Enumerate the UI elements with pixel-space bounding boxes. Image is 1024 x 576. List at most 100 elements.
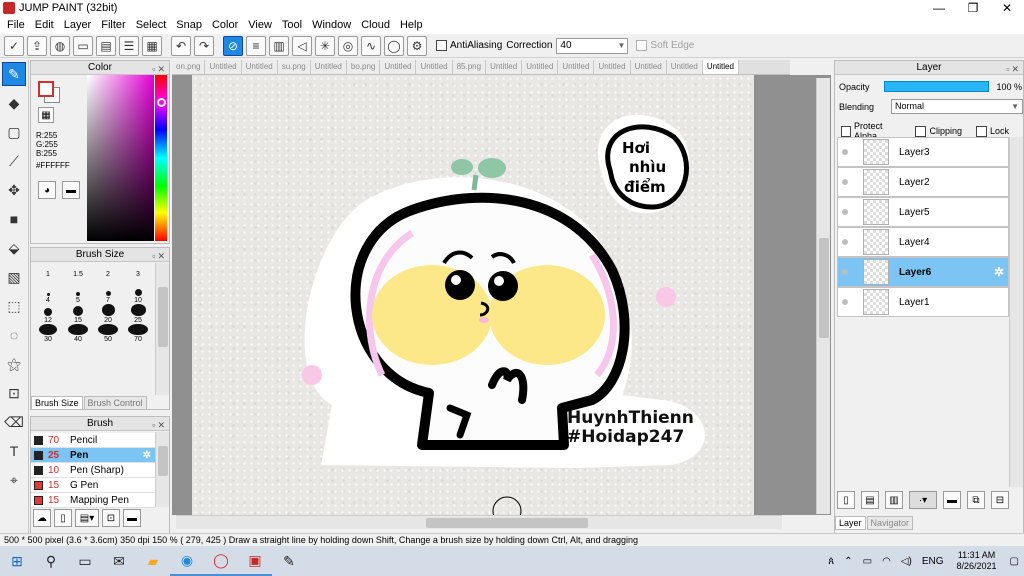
list-icon[interactable]: ☰ <box>119 35 139 56</box>
maximize-button[interactable]: ❐ <box>956 0 990 16</box>
layer-list-scrollbar[interactable] <box>1009 137 1023 487</box>
new-brush-icon[interactable]: ▯ <box>54 509 72 527</box>
document-tab[interactable]: su.png <box>277 60 311 74</box>
zalo-icon[interactable]: ◉ <box>170 546 204 576</box>
brush-size-option[interactable]: 1.5 <box>63 265 93 285</box>
brush-size-option[interactable]: 70 <box>123 323 153 343</box>
select-eraser-tool-icon[interactable]: ⌫ <box>2 410 26 434</box>
layer-row[interactable]: Layer4 <box>837 227 1009 257</box>
tab-brush-size[interactable]: Brush Size <box>31 396 83 410</box>
document-tab[interactable]: Untitled <box>558 60 595 74</box>
new-layer-icon[interactable]: ▯ <box>837 491 855 509</box>
close-button[interactable]: ✕ <box>990 0 1024 16</box>
document-tab[interactable]: bo.png <box>346 60 381 74</box>
document-icon[interactable]: ▤ <box>96 35 116 56</box>
minimize-button[interactable]: — <box>922 0 956 16</box>
menu-window[interactable]: Window <box>307 16 356 34</box>
line-tool-icon[interactable]: ⟋ <box>2 149 26 173</box>
panel-window-icons[interactable]: ▫✕ <box>1006 62 1021 76</box>
jump-paint-icon[interactable]: ▣ <box>238 546 272 576</box>
brush-menu-icon[interactable]: ▤▾ <box>75 509 99 527</box>
brush-size-option[interactable]: 15 <box>63 304 93 324</box>
layer-menu-icon[interactable]: ·▾ <box>909 491 937 509</box>
layer-folder-icon[interactable]: ▬ <box>943 491 961 509</box>
brush-size-option[interactable]: 3 <box>123 265 153 285</box>
palette-icon[interactable]: ◕ <box>38 181 56 199</box>
brush-size-option[interactable]: 1 <box>33 265 63 285</box>
radial-lines-icon[interactable]: ✳ <box>315 35 335 56</box>
tab-brush-control[interactable]: Brush Control <box>83 396 147 410</box>
correction-select[interactable]: 40 ▼ <box>556 37 629 54</box>
color-history-icon[interactable]: ▬ <box>62 181 80 199</box>
transparent-color-icon[interactable]: ▦ <box>38 107 54 123</box>
snap-settings-icon[interactable]: ⚙ <box>407 35 427 56</box>
brush-item[interactable]: 70 Pencil <box>31 433 155 448</box>
move-tool-icon[interactable]: ✥ <box>2 178 26 202</box>
task-view-icon[interactable]: ▭ <box>68 546 102 576</box>
menu-tool[interactable]: Tool <box>277 16 307 34</box>
document-tab[interactable]: Untitled <box>310 60 347 74</box>
select-rect-tool-icon[interactable]: ⬚ <box>2 294 26 318</box>
brush-size-option[interactable]: 12 <box>33 304 63 324</box>
grid-check-icon[interactable]: ▦ <box>142 35 162 56</box>
paper-canvas[interactable]: Hơi nhìu điểm HuynhThienn #Hoidap247 <box>192 75 754 515</box>
brush-size-scrollbar[interactable] <box>155 263 169 395</box>
menu-help[interactable]: Help <box>395 16 428 34</box>
brush-list-scrollbar[interactable] <box>155 432 169 507</box>
message-icon[interactable]: ▭ <box>73 35 93 56</box>
menu-filter[interactable]: Filter <box>96 16 130 34</box>
cross-grid-icon[interactable]: ▥ <box>269 35 289 56</box>
rectangle-tool-icon[interactable]: ▢ <box>2 120 26 144</box>
text-tool-icon[interactable]: T <box>2 439 26 463</box>
redo-icon[interactable]: ↷ <box>194 35 214 56</box>
undo-icon[interactable]: ↶ <box>171 35 191 56</box>
visibility-icon[interactable] <box>838 209 851 215</box>
brush-size-option[interactable]: 7 <box>93 285 123 304</box>
paint-app-icon[interactable]: ✎ <box>272 546 306 576</box>
circle-icon[interactable]: ◯ <box>384 35 404 56</box>
language-indicator[interactable]: ENG <box>922 556 944 567</box>
menu-edit[interactable]: Edit <box>30 16 59 34</box>
new-8bit-layer-icon[interactable]: ▥ <box>885 491 903 509</box>
fill-rect-tool-icon[interactable]: ■ <box>2 207 26 231</box>
brush-cloud-icon[interactable]: ☁ <box>33 509 51 527</box>
visibility-icon[interactable] <box>838 239 851 245</box>
parallel-lines-icon[interactable]: ≡ <box>246 35 266 56</box>
file-explorer-icon[interactable]: ▰ <box>136 546 170 576</box>
notification-icon[interactable]: ▢ <box>1010 556 1019 567</box>
brush-size-option[interactable]: 4 <box>33 285 63 304</box>
layer-row[interactable]: Layer3 <box>837 137 1009 167</box>
document-tab[interactable]: Untitled <box>486 60 523 74</box>
menu-snap[interactable]: Snap <box>171 16 207 34</box>
layer-row[interactable]: Layer6 ✲ <box>837 257 1009 287</box>
brush-item[interactable]: 15 G Pen <box>31 478 155 493</box>
document-tab[interactable]: Untitled <box>416 60 453 74</box>
brush-size-option[interactable]: 10 <box>123 285 153 304</box>
people-icon[interactable]: ጰ <box>828 556 834 567</box>
brush-size-option[interactable]: 25 <box>123 304 153 324</box>
document-tab[interactable]: Untitled <box>702 60 739 74</box>
snap-off-icon[interactable]: ⊘ <box>223 35 243 56</box>
network-icon[interactable]: ▭ <box>863 556 872 567</box>
eyedropper-tool-icon[interactable]: ⌖ <box>2 468 26 492</box>
brush-size-option[interactable]: 40 <box>63 323 93 343</box>
share-icon[interactable]: ⇪ <box>27 35 47 56</box>
panel-window-icons[interactable]: ▫✕ <box>152 62 167 76</box>
brush-item[interactable]: 10 Pen (Sharp) <box>31 463 155 478</box>
brush-folder-icon[interactable]: ▬ <box>123 509 141 527</box>
canvas-area[interactable]: Hơi nhìu điểm HuynhThienn #Hoidap247 <box>172 75 831 515</box>
document-tab[interactable]: Untitled <box>594 60 631 74</box>
wifi-icon[interactable]: ◠ <box>882 556 891 567</box>
document-tab[interactable]: Untitled <box>380 60 417 74</box>
saturation-field[interactable] <box>87 75 154 241</box>
softedge-checkbox[interactable] <box>636 40 648 51</box>
gradient-tool-icon[interactable]: ▧ <box>2 265 26 289</box>
layer-row[interactable]: Layer5 <box>837 197 1009 227</box>
menu-cloud[interactable]: Cloud <box>356 16 395 34</box>
brush-item[interactable]: 15 Mapping Pen <box>31 493 155 508</box>
vanishing-point-icon[interactable]: ◁ <box>292 35 312 56</box>
layer-settings-icon[interactable]: ✲ <box>994 265 1004 279</box>
document-tab[interactable]: Untitled <box>666 60 703 74</box>
brush-settings-icon[interactable]: ✲ <box>143 450 151 461</box>
brush-size-option[interactable]: 20 <box>93 304 123 324</box>
